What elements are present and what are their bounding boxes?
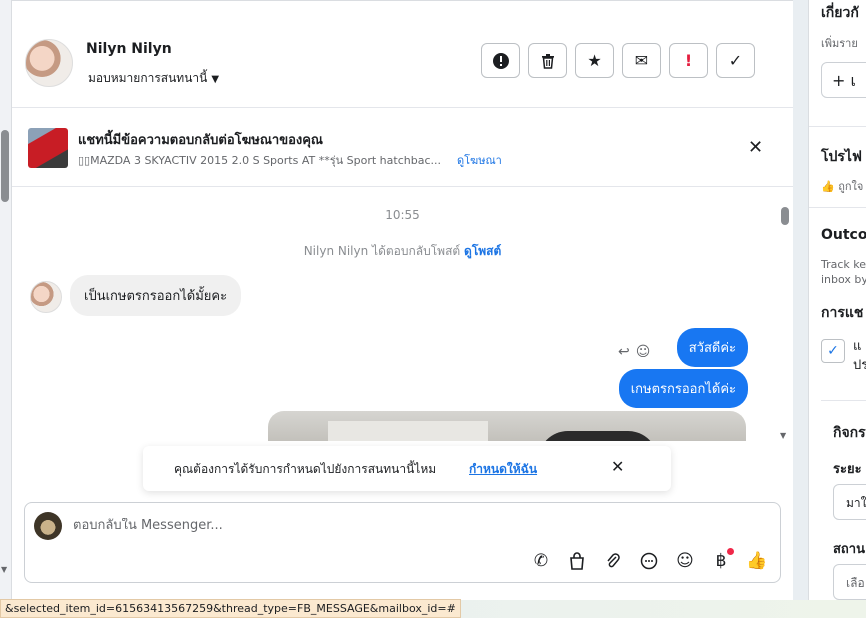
thumbs-up-icon: 👍 <box>821 180 839 193</box>
emoji-icon[interactable]: ☺ <box>674 550 696 572</box>
email-button[interactable]: ✉ <box>622 43 661 78</box>
period-select[interactable]: มาใ <box>833 484 866 520</box>
flag-button[interactable]: ! <box>669 43 708 78</box>
ad-thumbnail[interactable] <box>28 128 68 168</box>
shopping-bag-icon[interactable] <box>566 550 588 572</box>
divider <box>821 400 866 401</box>
outgoing-message[interactable]: สวัสดีค่ะ <box>676 328 748 367</box>
star-button[interactable]: ★ <box>575 43 614 78</box>
view-post-link[interactable]: ดูโพสต์ <box>464 244 501 258</box>
outcome-title: Outco <box>821 227 866 243</box>
scroll-down-arrow-icon[interactable]: ▼ <box>1 565 7 574</box>
mark-done-button[interactable]: ✓ <box>716 43 755 78</box>
star-icon: ★ <box>587 51 602 70</box>
outcome-desc-line1: Track ke <box>821 258 866 271</box>
system-message: Nilyn Nilyn ได้ตอบกลับโพสต์ ดูโพสต์ <box>12 242 793 261</box>
saved-reply-icon[interactable] <box>638 550 660 572</box>
ad-banner-subtitle: ▯▯MAZDA 3 SKYACTIV 2015 2.0 S Sports AT … <box>78 154 441 167</box>
ad-reply-banner: แชทนี้มีข้อความตอบกลับต่อโฆษณาของคุณ ▯▯M… <box>12 109 793 187</box>
attachment-icon[interactable] <box>602 550 624 572</box>
call-icon[interactable]: ✆ <box>530 550 552 572</box>
outgoing-message[interactable]: เกษตรกรออกได้ค่ะ <box>618 369 748 408</box>
envelope-icon: ✉ <box>634 51 649 70</box>
message-timestamp: 10:55 <box>385 208 420 222</box>
conversation-panel: Nilyn Nilyn มอบหมายการสนทนานี้ ▼ ★ ✉ ! ✓ … <box>12 0 793 600</box>
add-detail-button[interactable]: + เ <box>821 62 866 98</box>
left-scrollbar-thumb[interactable] <box>1 130 9 202</box>
checkmark-icon: ✓ <box>728 51 743 70</box>
system-message-text: Nilyn Nilyn ได้ตอบกลับโพสต์ <box>303 244 461 258</box>
sender-avatar <box>30 281 62 313</box>
photo-object <box>538 431 658 441</box>
reply-input[interactable] <box>73 518 673 533</box>
checkbox-label-line1: แ <box>853 339 862 354</box>
message-list[interactable]: 10:55 Nilyn Nilyn ได้ตอบกลับโพสต์ ดูโพสต… <box>12 188 793 441</box>
incoming-message[interactable]: เป็นเกษตรกรออกได้มั้ยคะ <box>70 275 242 316</box>
status-url-bar: &selected_item_id=61563413567259&thread_… <box>0 599 461 618</box>
close-icon[interactable]: ✕ <box>611 457 624 476</box>
thumbs-up-icon[interactable]: 👍 <box>746 550 768 572</box>
message-composer: ✆ ☺ ฿ 👍 <box>24 502 781 583</box>
checkmark-icon: ✓ <box>827 343 839 359</box>
conversation-actions: ★ ✉ ! ✓ <box>481 43 755 78</box>
status-select[interactable]: เลือ <box>833 564 866 600</box>
assign-label: มอบหมายการสนทนานี้ <box>88 71 208 85</box>
divider <box>809 207 866 208</box>
checkbox-label-line2: ปร <box>853 358 866 373</box>
toast-text: คุณต้องการได้รับการกำหนดไปยังการสนทนานี้… <box>174 462 437 476</box>
about-title: เกี่ยวกั <box>821 5 859 21</box>
spam-button[interactable] <box>481 43 520 78</box>
caret-down-icon: ▼ <box>211 74 220 85</box>
reply-icon[interactable]: ↩ <box>618 344 630 360</box>
status-label: สถาน <box>833 542 865 557</box>
right-sidebar: เกี่ยวกั เพิ่มราย + เ โปรไฟ 👍 ถูกใจ Outc… <box>808 0 866 600</box>
photo-background <box>328 421 488 441</box>
activity-title: กิจกร <box>833 425 866 441</box>
profile-likes: 👍 ถูกใจ <box>821 177 863 195</box>
alert-circle-icon <box>492 52 509 69</box>
notification-dot <box>727 548 734 555</box>
chat-scrollbar-thumb[interactable] <box>781 207 789 225</box>
assign-conversation-dropdown[interactable]: มอบหมายการสนทนานี้ ▼ <box>88 69 219 88</box>
about-subtitle: เพิ่มราย <box>821 37 858 50</box>
chat-scroll-down-icon[interactable]: ▼ <box>780 431 786 440</box>
close-icon[interactable]: ✕ <box>748 137 763 158</box>
message-photo[interactable] <box>268 411 746 441</box>
contact-avatar[interactable] <box>25 39 73 87</box>
page-avatar <box>34 512 62 540</box>
message-hover-actions: ↩ ☺ <box>618 344 650 360</box>
composer-toolbar: ✆ ☺ ฿ 👍 <box>530 548 768 572</box>
outcome-checkbox[interactable]: ✓ <box>821 339 845 363</box>
period-label: ระยะ <box>833 462 862 477</box>
payment-icon[interactable]: ฿ <box>710 548 734 572</box>
assign-prompt-toast: คุณต้องการได้รับการกำหนดไปยังการสนทนานี้… <box>143 446 671 491</box>
emoji-reaction-icon[interactable]: ☺ <box>636 344 651 360</box>
delete-button[interactable] <box>528 43 567 78</box>
exclamation-icon: ! <box>684 51 693 70</box>
divider <box>809 126 866 127</box>
chat-section-label: การแช <box>821 305 864 321</box>
left-scrollbar[interactable]: ▼ <box>0 0 12 600</box>
ad-banner-title: แชทนี้มีข้อความตอบกลับต่อโฆษณาของคุณ <box>78 133 323 148</box>
outcome-desc-line2: inbox by <box>821 273 866 286</box>
contact-name[interactable]: Nilyn Nilyn <box>86 41 172 57</box>
profile-likes-text: ถูกใจ <box>838 180 864 193</box>
conversation-header: Nilyn Nilyn มอบหมายการสนทนานี้ ▼ ★ ✉ ! ✓ <box>12 13 793 108</box>
trash-icon <box>541 53 554 69</box>
view-ad-link[interactable]: ดูโฆษณา <box>457 151 502 169</box>
profile-title: โปรไฟ <box>821 149 862 165</box>
assign-to-me-link[interactable]: กำหนดให้ฉัน <box>469 460 537 479</box>
